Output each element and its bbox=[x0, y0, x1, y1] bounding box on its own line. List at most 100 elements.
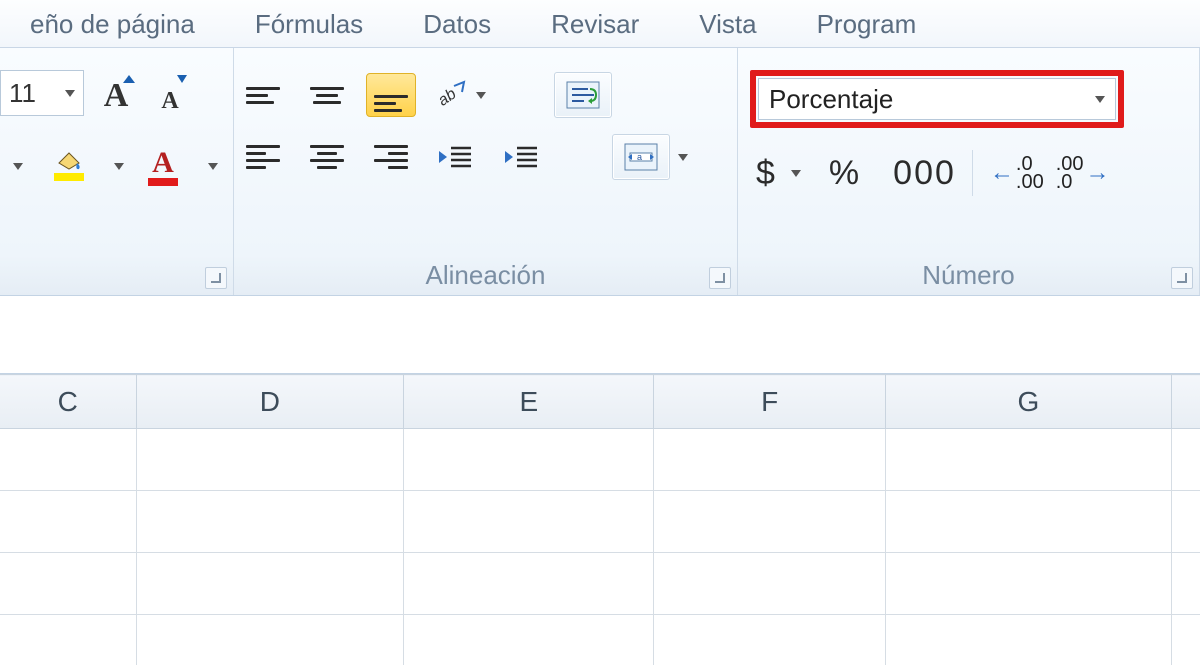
align-lines-icon bbox=[310, 145, 344, 169]
increase-font-size-button[interactable]: A bbox=[90, 70, 142, 116]
chevron-down-icon bbox=[1095, 96, 1105, 103]
cell[interactable] bbox=[404, 615, 654, 665]
accounting-format-button[interactable]: $ bbox=[756, 154, 775, 193]
decimal-icon: .0.00 bbox=[1016, 155, 1044, 191]
number-format-highlight: Porcentaje bbox=[750, 70, 1124, 128]
column-header[interactable]: F bbox=[654, 375, 886, 429]
chevron-down-icon[interactable] bbox=[114, 163, 124, 170]
chevron-down-icon bbox=[13, 163, 23, 170]
align-center-button[interactable] bbox=[302, 135, 352, 179]
paint-bucket-icon bbox=[55, 151, 83, 171]
chevron-down-icon[interactable] bbox=[208, 163, 218, 170]
merge-center-button[interactable]: a bbox=[612, 134, 670, 180]
group-alignment: ab bbox=[234, 48, 738, 295]
column-header[interactable]: G bbox=[886, 375, 1172, 429]
align-lines-icon bbox=[310, 87, 344, 104]
tab-developer[interactable]: Program bbox=[787, 0, 947, 48]
align-bottom-button-selected[interactable] bbox=[366, 73, 416, 117]
ribbon: 11 A A bbox=[0, 48, 1200, 296]
column-header[interactable]: E bbox=[404, 375, 654, 429]
font-size-combo[interactable]: 11 bbox=[0, 70, 84, 116]
grid-row[interactable] bbox=[0, 615, 1200, 665]
chevron-down-icon[interactable] bbox=[678, 154, 688, 161]
tab-formulas[interactable]: Fórmulas bbox=[225, 0, 393, 48]
tab-page-layout[interactable]: eño de página bbox=[0, 0, 225, 48]
orientation-button[interactable]: ab bbox=[430, 71, 490, 119]
letter-a-small-icon: A bbox=[161, 88, 178, 115]
cell[interactable] bbox=[1171, 615, 1200, 665]
fill-color-button[interactable] bbox=[40, 144, 98, 188]
increase-indent-icon bbox=[503, 142, 541, 172]
decrease-indent-button[interactable] bbox=[430, 135, 482, 179]
chevron-down-icon bbox=[476, 92, 486, 99]
align-top-left-button[interactable] bbox=[238, 73, 288, 117]
cell[interactable] bbox=[0, 491, 136, 553]
cell[interactable] bbox=[404, 491, 654, 553]
cell[interactable] bbox=[654, 553, 886, 615]
tab-review[interactable]: Revisar bbox=[521, 0, 669, 48]
merge-cells-icon: a bbox=[624, 143, 658, 171]
letter-a-icon: A bbox=[152, 146, 174, 180]
wrap-text-button[interactable] bbox=[554, 72, 612, 118]
align-left-button[interactable] bbox=[238, 135, 288, 179]
cell[interactable] bbox=[136, 553, 404, 615]
cell[interactable] bbox=[886, 491, 1172, 553]
svg-text:ab: ab bbox=[435, 85, 459, 109]
grid-row[interactable] bbox=[0, 429, 1200, 491]
cell[interactable] bbox=[136, 491, 404, 553]
cell[interactable] bbox=[1171, 429, 1200, 491]
percent-style-button[interactable]: % bbox=[829, 154, 859, 193]
chevron-down-icon[interactable] bbox=[791, 170, 801, 177]
spreadsheet-grid[interactable]: C D E F G bbox=[0, 374, 1200, 665]
cell[interactable] bbox=[654, 491, 886, 553]
arrow-right-icon: → bbox=[1086, 159, 1110, 187]
decrease-decimal-button[interactable]: .00.0 → bbox=[1055, 154, 1111, 192]
borders-split-arrow[interactable] bbox=[0, 144, 30, 188]
cell[interactable] bbox=[0, 429, 136, 491]
increase-indent-button[interactable] bbox=[496, 135, 548, 179]
cell[interactable] bbox=[136, 615, 404, 665]
separator bbox=[972, 150, 973, 196]
chevron-down-icon bbox=[65, 90, 75, 97]
number-format-combo[interactable]: Porcentaje bbox=[758, 78, 1116, 120]
dialog-launcher-icon[interactable] bbox=[1171, 267, 1193, 289]
grid-row[interactable] bbox=[0, 491, 1200, 553]
formula-bar-area bbox=[0, 296, 1200, 374]
decrease-font-size-button[interactable]: A bbox=[144, 70, 196, 116]
cell[interactable] bbox=[404, 553, 654, 615]
cell[interactable] bbox=[136, 429, 404, 491]
grid-row[interactable] bbox=[0, 553, 1200, 615]
align-top-center-button[interactable] bbox=[302, 73, 352, 117]
font-color-swatch bbox=[148, 178, 178, 186]
group-number: Porcentaje $ % 000 ← .0.00 .00.0 → bbox=[738, 48, 1200, 295]
tab-data[interactable]: Datos bbox=[393, 0, 521, 48]
comma-style-button[interactable]: 000 bbox=[893, 154, 956, 193]
cell[interactable] bbox=[0, 553, 136, 615]
column-header-row: C D E F G bbox=[0, 375, 1200, 429]
column-header[interactable] bbox=[1171, 375, 1200, 429]
group-label: Número bbox=[922, 260, 1014, 291]
triangle-down-icon bbox=[177, 75, 187, 83]
cell[interactable] bbox=[404, 429, 654, 491]
cell[interactable] bbox=[886, 553, 1172, 615]
font-color-button[interactable]: A bbox=[134, 144, 192, 188]
dialog-launcher-icon[interactable] bbox=[205, 267, 227, 289]
cell[interactable] bbox=[886, 615, 1172, 665]
cell[interactable] bbox=[1171, 553, 1200, 615]
arrow-left-icon: ← bbox=[990, 159, 1014, 187]
cell[interactable] bbox=[886, 429, 1172, 491]
cell[interactable] bbox=[654, 615, 886, 665]
cell[interactable] bbox=[1171, 491, 1200, 553]
column-header[interactable]: C bbox=[0, 375, 136, 429]
dialog-launcher-icon[interactable] bbox=[709, 267, 731, 289]
increase-decimal-button[interactable]: ← .0.00 bbox=[989, 154, 1045, 192]
align-lines-icon bbox=[246, 145, 280, 169]
tab-view[interactable]: Vista bbox=[669, 0, 786, 48]
column-header[interactable]: D bbox=[136, 375, 404, 429]
align-right-button[interactable] bbox=[366, 135, 416, 179]
align-lines-icon bbox=[246, 87, 280, 104]
cell[interactable] bbox=[0, 615, 136, 665]
number-format-value: Porcentaje bbox=[769, 84, 893, 115]
orientation-icon: ab bbox=[434, 78, 468, 112]
cell[interactable] bbox=[654, 429, 886, 491]
